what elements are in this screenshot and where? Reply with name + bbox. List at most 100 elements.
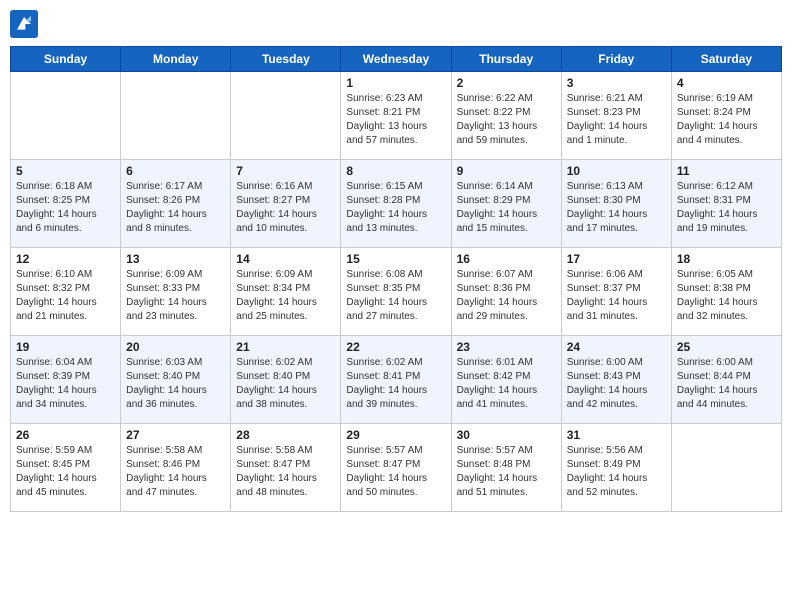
day-number: 8	[346, 164, 445, 178]
calendar-week-row: 1 Sunrise: 6:23 AM Sunset: 8:21 PM Daylig…	[11, 72, 782, 160]
calendar-cell: 4 Sunrise: 6:19 AM Sunset: 8:24 PM Daylig…	[671, 72, 781, 160]
day-number: 6	[126, 164, 225, 178]
day-info: Sunrise: 6:23 AM Sunset: 8:21 PM Dayligh…	[346, 92, 445, 148]
calendar-cell: 2 Sunrise: 6:22 AM Sunset: 8:22 PM Daylig…	[451, 72, 561, 160]
calendar-cell: 18 Sunrise: 6:05 AM Sunset: 8:38 PM Dayli…	[671, 248, 781, 336]
day-number: 31	[567, 428, 666, 442]
calendar-cell: 6 Sunrise: 6:17 AM Sunset: 8:26 PM Daylig…	[121, 160, 231, 248]
day-info: Sunrise: 6:15 AM Sunset: 8:28 PM Dayligh…	[346, 180, 445, 236]
calendar-cell: 1 Sunrise: 6:23 AM Sunset: 8:21 PM Daylig…	[341, 72, 451, 160]
day-info: Sunrise: 6:02 AM Sunset: 8:40 PM Dayligh…	[236, 356, 335, 412]
day-info: Sunrise: 6:01 AM Sunset: 8:42 PM Dayligh…	[457, 356, 556, 412]
calendar-cell: 8 Sunrise: 6:15 AM Sunset: 8:28 PM Daylig…	[341, 160, 451, 248]
day-info: Sunrise: 6:07 AM Sunset: 8:36 PM Dayligh…	[457, 268, 556, 324]
weekday-header: Saturday	[671, 47, 781, 72]
day-number: 16	[457, 252, 556, 266]
day-info: Sunrise: 5:58 AM Sunset: 8:46 PM Dayligh…	[126, 444, 225, 500]
calendar-cell: 5 Sunrise: 6:18 AM Sunset: 8:25 PM Daylig…	[11, 160, 121, 248]
day-number: 23	[457, 340, 556, 354]
calendar-cell: 3Sunrise: 6:21 AM Sunset: 8:23 PM Daylig…	[561, 72, 671, 160]
calendar-cell: 26Sunrise: 5:59 AM Sunset: 8:45 PM Dayli…	[11, 424, 121, 512]
calendar-cell: 22 Sunrise: 6:02 AM Sunset: 8:41 PM Dayli…	[341, 336, 451, 424]
calendar-cell: 7 Sunrise: 6:16 AM Sunset: 8:27 PM Daylig…	[231, 160, 341, 248]
calendar-week-row: 19 Sunrise: 6:04 AM Sunset: 8:39 PM Dayli…	[11, 336, 782, 424]
day-number: 2	[457, 76, 556, 90]
day-info: Sunrise: 6:03 AM Sunset: 8:40 PM Dayligh…	[126, 356, 225, 412]
day-number: 5	[16, 164, 115, 178]
weekday-header-row: SundayMondayTuesdayWednesdayThursdayFrid…	[11, 47, 782, 72]
day-info: Sunrise: 6:02 AM Sunset: 8:41 PM Dayligh…	[346, 356, 445, 412]
calendar-cell: 14 Sunrise: 6:09 AM Sunset: 8:34 PM Dayli…	[231, 248, 341, 336]
day-info: Sunrise: 5:57 AM Sunset: 8:48 PM Dayligh…	[457, 444, 556, 500]
calendar-cell	[231, 72, 341, 160]
day-number: 15	[346, 252, 445, 266]
calendar-cell: 23 Sunrise: 6:01 AM Sunset: 8:42 PM Dayli…	[451, 336, 561, 424]
calendar-cell: 17 Sunrise: 6:06 AM Sunset: 8:37 PM Dayli…	[561, 248, 671, 336]
day-info: Sunrise: 6:17 AM Sunset: 8:26 PM Dayligh…	[126, 180, 225, 236]
day-info: Sunrise: 6:00 AM Sunset: 8:43 PM Dayligh…	[567, 356, 666, 412]
day-number: 10	[567, 164, 666, 178]
weekday-header: Sunday	[11, 47, 121, 72]
calendar-cell: 29Sunrise: 5:57 AM Sunset: 8:47 PM Dayli…	[341, 424, 451, 512]
weekday-header: Monday	[121, 47, 231, 72]
weekday-header: Tuesday	[231, 47, 341, 72]
day-info: Sunrise: 6:06 AM Sunset: 8:37 PM Dayligh…	[567, 268, 666, 324]
day-number: 4	[677, 76, 776, 90]
day-number: 24	[567, 340, 666, 354]
day-number: 7	[236, 164, 335, 178]
day-info: Sunrise: 6:04 AM Sunset: 8:39 PM Dayligh…	[16, 356, 115, 412]
day-info: Sunrise: 6:22 AM Sunset: 8:22 PM Dayligh…	[457, 92, 556, 148]
day-number: 20	[126, 340, 225, 354]
calendar-cell: 21 Sunrise: 6:02 AM Sunset: 8:40 PM Dayli…	[231, 336, 341, 424]
day-info: Sunrise: 6:18 AM Sunset: 8:25 PM Dayligh…	[16, 180, 115, 236]
day-number: 26	[16, 428, 115, 442]
day-number: 28	[236, 428, 335, 442]
page-header	[10, 10, 782, 38]
day-number: 3	[567, 76, 666, 90]
calendar-week-row: 12 Sunrise: 6:10 AM Sunset: 8:32 PM Dayli…	[11, 248, 782, 336]
day-number: 1	[346, 76, 445, 90]
calendar-cell: 19 Sunrise: 6:04 AM Sunset: 8:39 PM Dayli…	[11, 336, 121, 424]
calendar-cell: 9 Sunrise: 6:14 AM Sunset: 8:29 PM Daylig…	[451, 160, 561, 248]
calendar-cell: 28Sunrise: 5:58 AM Sunset: 8:47 PM Dayli…	[231, 424, 341, 512]
day-number: 12	[16, 252, 115, 266]
day-info: Sunrise: 6:00 AM Sunset: 8:44 PM Dayligh…	[677, 356, 776, 412]
day-info: Sunrise: 6:09 AM Sunset: 8:33 PM Dayligh…	[126, 268, 225, 324]
day-number: 17	[567, 252, 666, 266]
calendar-cell: 16 Sunrise: 6:07 AM Sunset: 8:36 PM Dayli…	[451, 248, 561, 336]
calendar-cell: 13Sunrise: 6:09 AM Sunset: 8:33 PM Dayli…	[121, 248, 231, 336]
weekday-header: Friday	[561, 47, 671, 72]
calendar-week-row: 26Sunrise: 5:59 AM Sunset: 8:45 PM Dayli…	[11, 424, 782, 512]
calendar-cell: 15 Sunrise: 6:08 AM Sunset: 8:35 PM Dayli…	[341, 248, 451, 336]
day-number: 14	[236, 252, 335, 266]
day-number: 27	[126, 428, 225, 442]
logo	[10, 10, 42, 38]
weekday-header: Wednesday	[341, 47, 451, 72]
day-info: Sunrise: 6:05 AM Sunset: 8:38 PM Dayligh…	[677, 268, 776, 324]
day-number: 9	[457, 164, 556, 178]
day-number: 18	[677, 252, 776, 266]
calendar-cell: 12 Sunrise: 6:10 AM Sunset: 8:32 PM Dayli…	[11, 248, 121, 336]
day-number: 29	[346, 428, 445, 442]
logo-icon	[10, 10, 38, 38]
day-info: Sunrise: 6:14 AM Sunset: 8:29 PM Dayligh…	[457, 180, 556, 236]
day-info: Sunrise: 6:09 AM Sunset: 8:34 PM Dayligh…	[236, 268, 335, 324]
day-number: 21	[236, 340, 335, 354]
calendar-cell: 10Sunrise: 6:13 AM Sunset: 8:30 PM Dayli…	[561, 160, 671, 248]
day-number: 22	[346, 340, 445, 354]
calendar-cell: 31 Sunrise: 5:56 AM Sunset: 8:49 PM Dayli…	[561, 424, 671, 512]
day-info: Sunrise: 6:08 AM Sunset: 8:35 PM Dayligh…	[346, 268, 445, 324]
day-info: Sunrise: 5:56 AM Sunset: 8:49 PM Dayligh…	[567, 444, 666, 500]
day-number: 19	[16, 340, 115, 354]
day-number: 25	[677, 340, 776, 354]
day-info: Sunrise: 6:10 AM Sunset: 8:32 PM Dayligh…	[16, 268, 115, 324]
day-info: Sunrise: 6:12 AM Sunset: 8:31 PM Dayligh…	[677, 180, 776, 236]
weekday-header: Thursday	[451, 47, 561, 72]
calendar-cell	[671, 424, 781, 512]
calendar-week-row: 5 Sunrise: 6:18 AM Sunset: 8:25 PM Daylig…	[11, 160, 782, 248]
calendar-cell: 25 Sunrise: 6:00 AM Sunset: 8:44 PM Dayli…	[671, 336, 781, 424]
calendar-cell: 11 Sunrise: 6:12 AM Sunset: 8:31 PM Dayli…	[671, 160, 781, 248]
day-number: 11	[677, 164, 776, 178]
day-info: Sunrise: 6:19 AM Sunset: 8:24 PM Dayligh…	[677, 92, 776, 148]
day-info: Sunrise: 6:16 AM Sunset: 8:27 PM Dayligh…	[236, 180, 335, 236]
